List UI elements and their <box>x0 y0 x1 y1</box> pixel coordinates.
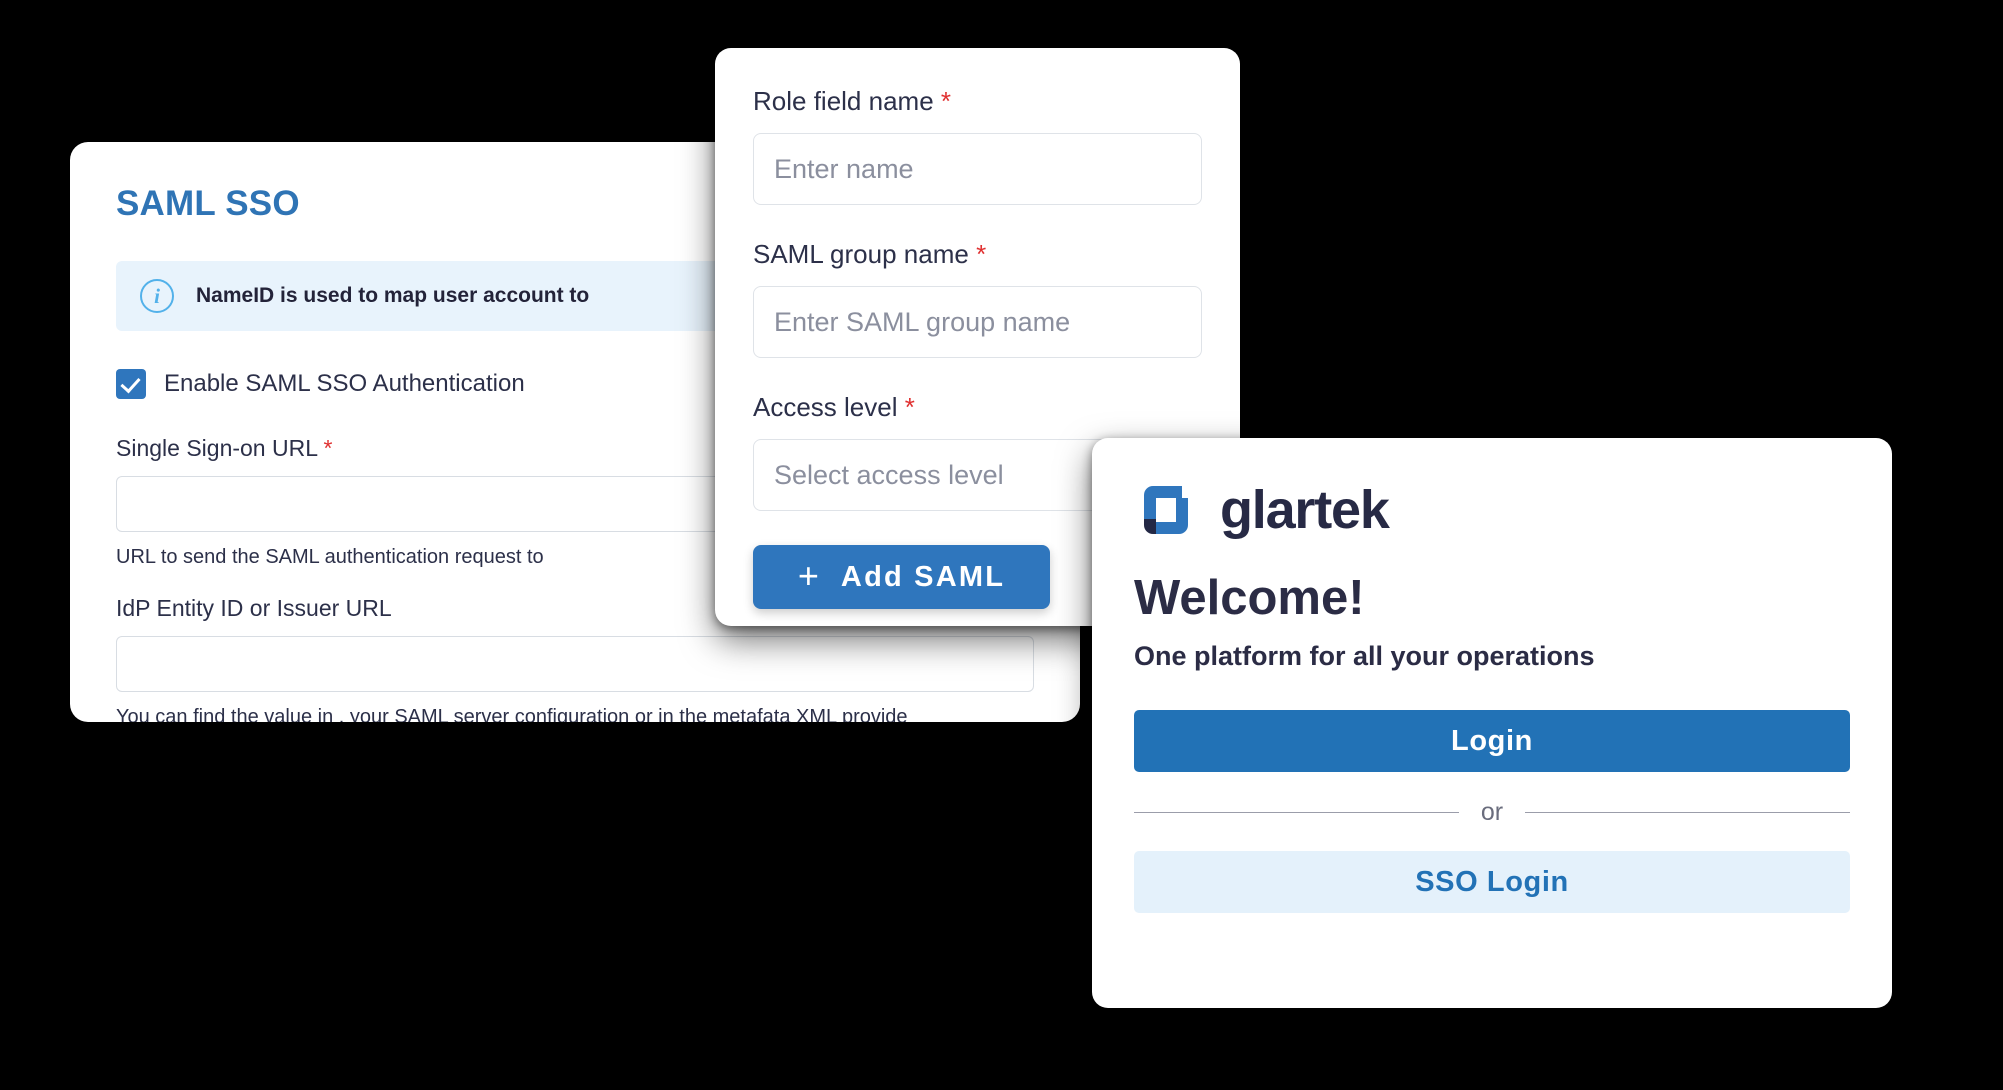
login-button[interactable]: Login <box>1134 710 1850 772</box>
role-field-name-placeholder: Enter name <box>774 153 914 184</box>
welcome-login-card: glartek Welcome! One platform for all yo… <box>1092 438 1892 1008</box>
saml-group-name-placeholder: Enter SAML group name <box>774 306 1071 337</box>
saml-group-name-label: SAML group name * <box>753 239 987 269</box>
idp-entity-id-input[interactable] <box>116 636 1034 692</box>
enable-saml-sso-label: Enable SAML SSO Authentication <box>164 370 525 397</box>
welcome-heading: Welcome! <box>1134 571 1365 625</box>
role-field-name-label: Role field name * <box>753 86 952 116</box>
or-divider: or <box>1134 798 1851 826</box>
glartek-wordmark: glartek <box>1220 480 1390 540</box>
required-asterisk: * <box>904 392 915 422</box>
brand-row: glartek <box>1134 478 1850 542</box>
divider-label: or <box>1480 798 1504 826</box>
enable-saml-sso-checkbox[interactable] <box>116 369 146 399</box>
saml-group-name-group: SAML group name * Enter SAML group name <box>753 239 1202 358</box>
idp-entity-id-helper: You can find the value in . your SAML se… <box>116 706 908 722</box>
access-level-placeholder: Select access level <box>774 459 1004 490</box>
required-asterisk: * <box>323 435 333 461</box>
add-saml-button[interactable]: + Add SAML <box>753 545 1050 609</box>
info-banner-text: NameID is used to map user account to <box>196 284 590 307</box>
required-asterisk: * <box>940 86 952 116</box>
divider-line-right <box>1525 812 1851 813</box>
glartek-logo-icon <box>1134 478 1198 542</box>
role-field-name-input[interactable]: Enter name <box>753 133 1202 205</box>
saml-group-name-input[interactable]: Enter SAML group name <box>753 286 1202 358</box>
add-saml-button-label: Add SAML <box>840 560 1006 593</box>
required-asterisk: * <box>976 239 987 269</box>
welcome-login-card-body: glartek Welcome! One platform for all yo… <box>1092 438 1892 913</box>
role-field-name-group: Role field name * Enter name <box>753 86 1202 205</box>
screenshot-stage: SAML SSO i NameID is used to map user ac… <box>0 0 2003 1090</box>
plus-icon: + <box>797 554 819 596</box>
divider-line-left <box>1134 812 1459 813</box>
welcome-subheading: One platform for all your operations <box>1134 641 1595 671</box>
sso-login-button[interactable]: SSO Login <box>1134 851 1850 913</box>
access-level-label: Access level * <box>753 392 915 422</box>
info-circle-icon: i <box>140 279 174 313</box>
